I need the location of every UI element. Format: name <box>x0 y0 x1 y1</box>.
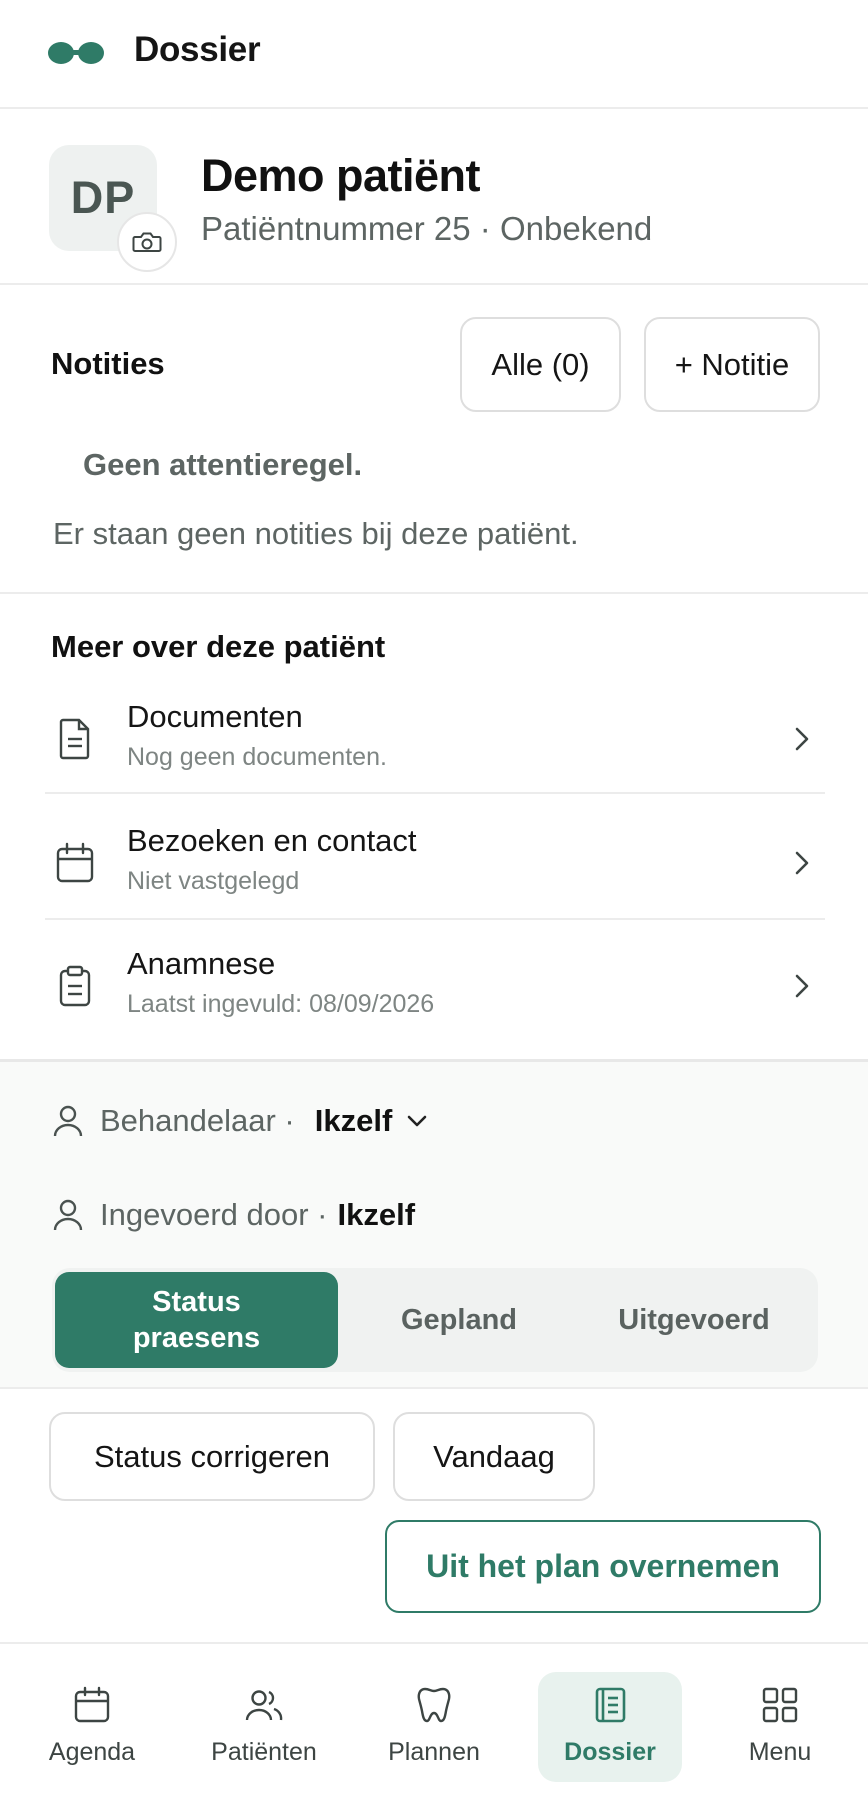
page-title: Dossier <box>134 30 261 69</box>
document-icon <box>59 718 90 760</box>
nav-label: Agenda <box>48 1738 136 1766</box>
row-title: Anamnese <box>127 946 276 981</box>
patient-name: Demo patiënt <box>201 150 481 201</box>
segment-label: Status praesens <box>132 1286 261 1354</box>
documents-row[interactable]: Documenten Nog geen documenten. <box>45 675 825 793</box>
segment-status-praesens[interactable]: Status praesens <box>55 1272 338 1368</box>
notes-title: Notities <box>51 346 165 381</box>
divider <box>0 592 868 594</box>
grid-icon <box>762 1687 798 1723</box>
logo-icon <box>48 42 104 64</box>
segment-gepland[interactable]: Gepland <box>348 1272 570 1368</box>
user-icon <box>53 1199 83 1231</box>
patient-subtitle: Patiëntnummer 25 · Onbekend <box>201 210 653 247</box>
row-subtitle: Niet vastgelegd <box>127 867 300 895</box>
practitioner-value: Ikzelf <box>314 1103 393 1138</box>
nav-dossier[interactable]: Dossier <box>538 1672 682 1782</box>
chevron-right-icon <box>795 727 809 751</box>
bottom-navigation: Agenda Patiënten Plannen Dossier Menu <box>0 1642 868 1811</box>
nav-label: Plannen <box>388 1738 480 1766</box>
row-divider <box>45 792 825 794</box>
anamnesis-row[interactable]: Anamnese Laatst ingevuld: 08/09/2026 <box>45 922 825 1040</box>
nav-label: Patiënten <box>211 1738 317 1766</box>
clipboard-icon <box>59 965 91 1007</box>
more-section-title: Meer over deze patiënt <box>51 629 386 664</box>
nav-patienten[interactable]: Patiënten <box>192 1672 336 1782</box>
nav-label: Dossier <box>564 1738 656 1766</box>
all-notes-button[interactable]: Alle (0) <box>460 317 621 412</box>
attention-rule-text: Geen attentieregel. <box>83 447 363 482</box>
change-photo-button[interactable] <box>117 212 177 272</box>
chevron-right-icon <box>795 851 809 875</box>
row-subtitle: Nog geen documenten. <box>127 743 387 771</box>
calendar-icon <box>74 1686 110 1723</box>
nav-menu[interactable]: Menu <box>708 1672 852 1782</box>
add-note-button[interactable]: + Notitie <box>644 317 820 412</box>
visits-contact-row[interactable]: Bezoeken en contact Niet vastgelegd <box>45 799 825 917</box>
notes-empty-text: Er staan geen notities bij deze patiënt. <box>53 516 579 551</box>
app-header: Dossier <box>0 0 868 109</box>
practitioner-label: Behandelaar · <box>100 1103 295 1138</box>
row-divider <box>45 918 825 920</box>
practitioner-selector[interactable]: Behandelaar · Ikzelf <box>52 1103 428 1139</box>
status-segmented-control: Status praesens Gepland Uitgevoerd <box>52 1268 818 1372</box>
row-subtitle: Laatst ingevuld: 08/09/2026 <box>127 990 435 1018</box>
nav-label: Menu <box>748 1738 812 1766</box>
row-title: Bezoeken en contact <box>127 823 417 858</box>
users-icon <box>245 1690 283 1721</box>
calendar-icon <box>56 842 94 883</box>
chevron-down-icon <box>407 1115 427 1127</box>
segment-uitgevoerd[interactable]: Uitgevoerd <box>580 1272 808 1368</box>
nav-plannen[interactable]: Plannen <box>362 1672 506 1782</box>
notebook-icon <box>595 1687 626 1723</box>
row-title: Documenten <box>127 699 303 734</box>
correct-status-button[interactable]: Status corrigeren <box>49 1412 375 1501</box>
camera-icon <box>132 232 162 252</box>
entered-value: Ikzelf <box>337 1197 416 1232</box>
tooth-icon <box>417 1687 451 1723</box>
nav-agenda[interactable]: Agenda <box>20 1672 164 1782</box>
entered-label: Ingevoerd door · <box>100 1197 328 1232</box>
take-from-plan-button[interactable]: Uit het plan overnemen <box>385 1520 821 1613</box>
divider <box>0 283 868 285</box>
entered-by: Ingevoerd door · Ikzelf <box>52 1197 415 1233</box>
chevron-right-icon <box>795 974 809 998</box>
user-icon <box>53 1105 83 1137</box>
today-button[interactable]: Vandaag <box>393 1412 595 1501</box>
